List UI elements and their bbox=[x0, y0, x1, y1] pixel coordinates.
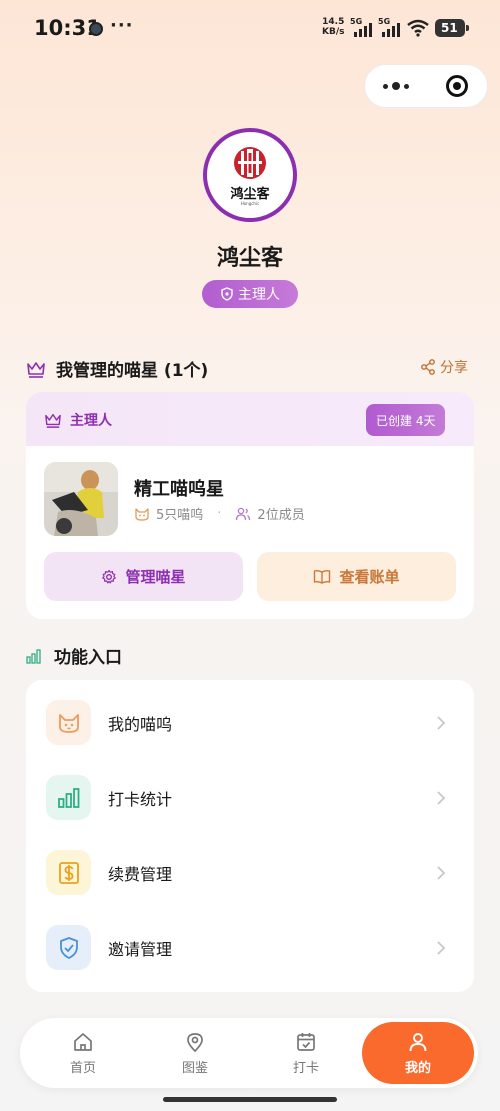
tab-label: 打卡 bbox=[292, 1060, 319, 1076]
home-icon bbox=[74, 1032, 92, 1051]
crown-icon bbox=[27, 361, 45, 378]
net-speed-unit: KB/s bbox=[322, 27, 345, 37]
close-miniprogram-icon[interactable] bbox=[426, 75, 487, 97]
notification-dot-icon bbox=[89, 22, 103, 36]
planet-photo-image bbox=[44, 462, 118, 536]
features-list: 我的喵呜 打卡统计 续费管理 邀请管理 bbox=[26, 680, 474, 992]
logo-seal-icon bbox=[234, 147, 266, 179]
members-count: 2位成员 bbox=[257, 508, 305, 523]
features-heading: 功能入口 bbox=[26, 643, 122, 668]
my-cats-title: 我管理的喵星 (1个) bbox=[56, 361, 209, 381]
cat-planet-card: 主理人 已创建 4天 精工喵呜星 5只喵呜 · 2位成员 管理喵星 查看账单 bbox=[26, 392, 474, 619]
cat-card-header: 主理人 已创建 4天 bbox=[26, 392, 474, 446]
bottom-tab-bar: 首页 图鉴 打卡 我的 bbox=[20, 1018, 478, 1088]
tab-catalog[interactable]: 图鉴 bbox=[145, 1018, 245, 1088]
tab-label: 图鉴 bbox=[181, 1060, 208, 1076]
feature-invite[interactable]: 邀请管理 bbox=[26, 910, 474, 985]
meta-separator: · bbox=[217, 506, 222, 521]
net-speed-value: 14.5 bbox=[322, 17, 345, 27]
tab-mine[interactable]: 我的 bbox=[362, 1022, 474, 1084]
share-button[interactable]: 分享 bbox=[420, 357, 468, 377]
miniprogram-capsule bbox=[364, 64, 488, 108]
network-speed: 14.5 KB/s bbox=[322, 17, 344, 37]
wifi-icon bbox=[407, 19, 429, 37]
role-shield-icon bbox=[221, 287, 233, 301]
battery-icon: 51 bbox=[435, 19, 469, 37]
chevron-right-icon bbox=[437, 790, 446, 805]
owner-label: 主理人 bbox=[44, 410, 112, 430]
chevron-right-icon bbox=[437, 865, 446, 880]
dollar-icon bbox=[46, 850, 91, 895]
more-options-icon[interactable] bbox=[365, 82, 426, 90]
gear-icon bbox=[102, 569, 117, 583]
planet-name: 精工喵呜星 bbox=[134, 479, 224, 500]
cat-face-icon bbox=[46, 700, 91, 745]
feature-label: 邀请管理 bbox=[108, 939, 173, 959]
cat-face-icon bbox=[135, 507, 149, 521]
feature-label: 打卡统计 bbox=[108, 789, 173, 809]
tab-checkin[interactable]: 打卡 bbox=[256, 1018, 356, 1088]
chevron-right-icon bbox=[437, 940, 446, 955]
user-icon bbox=[409, 1032, 427, 1051]
signal-icon: 5G bbox=[350, 17, 376, 37]
feature-renewal[interactable]: 续费管理 bbox=[26, 835, 474, 910]
role-badge: 主理人 bbox=[202, 280, 298, 308]
share-label: 分享 bbox=[440, 360, 468, 376]
bar-chart-icon bbox=[46, 775, 91, 820]
tab-home[interactable]: 首页 bbox=[33, 1018, 133, 1088]
role-label: 主理人 bbox=[238, 287, 280, 303]
brand-logo: 鸿尘客 Hongchic bbox=[210, 135, 290, 215]
planet-meta: 5只喵呜 · 2位成员 bbox=[134, 504, 305, 523]
view-bill-button[interactable]: 查看账单 bbox=[257, 552, 456, 601]
created-days-badge: 已创建 4天 bbox=[366, 404, 446, 436]
calendar-check-icon bbox=[297, 1032, 315, 1051]
feature-label: 我的喵呜 bbox=[108, 714, 173, 734]
view-bill-label: 查看账单 bbox=[339, 568, 400, 586]
feature-my-cats[interactable]: 我的喵呜 bbox=[26, 685, 474, 760]
shield-check-icon bbox=[46, 925, 91, 970]
open-book-icon bbox=[314, 569, 331, 584]
manage-planet-label: 管理喵星 bbox=[125, 568, 186, 586]
battery-level: 51 bbox=[441, 21, 458, 35]
cats-count: 5只喵呜 bbox=[156, 508, 204, 523]
my-cats-heading: 我管理的喵星 (1个) bbox=[26, 356, 208, 381]
status-bar: 10:31 ··· 14.5 KB/s 5G 5G 51 bbox=[0, 0, 500, 60]
features-title: 功能入口 bbox=[54, 648, 122, 668]
user-name: 鸿尘客 bbox=[216, 246, 283, 271]
owner-label-text: 主理人 bbox=[70, 413, 112, 429]
logo-subtext: Hongchic bbox=[240, 201, 260, 206]
location-pin-icon bbox=[187, 1032, 203, 1052]
bar-chart-icon bbox=[26, 648, 41, 664]
logo-text: 鸿尘客 bbox=[230, 187, 270, 202]
members-icon bbox=[236, 507, 251, 520]
signal-icon-2: 5G bbox=[378, 17, 404, 37]
manage-planet-button[interactable]: 管理喵星 bbox=[44, 552, 243, 601]
status-more-icon: ··· bbox=[110, 15, 134, 36]
tab-label: 我的 bbox=[404, 1060, 431, 1076]
chevron-right-icon bbox=[437, 715, 446, 730]
tab-label: 首页 bbox=[69, 1060, 96, 1076]
share-icon bbox=[421, 359, 435, 375]
feature-checkin-stats[interactable]: 打卡统计 bbox=[26, 760, 474, 835]
feature-label: 续费管理 bbox=[108, 864, 173, 884]
home-indicator[interactable] bbox=[163, 1097, 337, 1102]
avatar[interactable]: 鸿尘客 Hongchic bbox=[203, 128, 297, 222]
planet-photo[interactable] bbox=[44, 462, 118, 536]
crown-icon bbox=[45, 413, 61, 428]
